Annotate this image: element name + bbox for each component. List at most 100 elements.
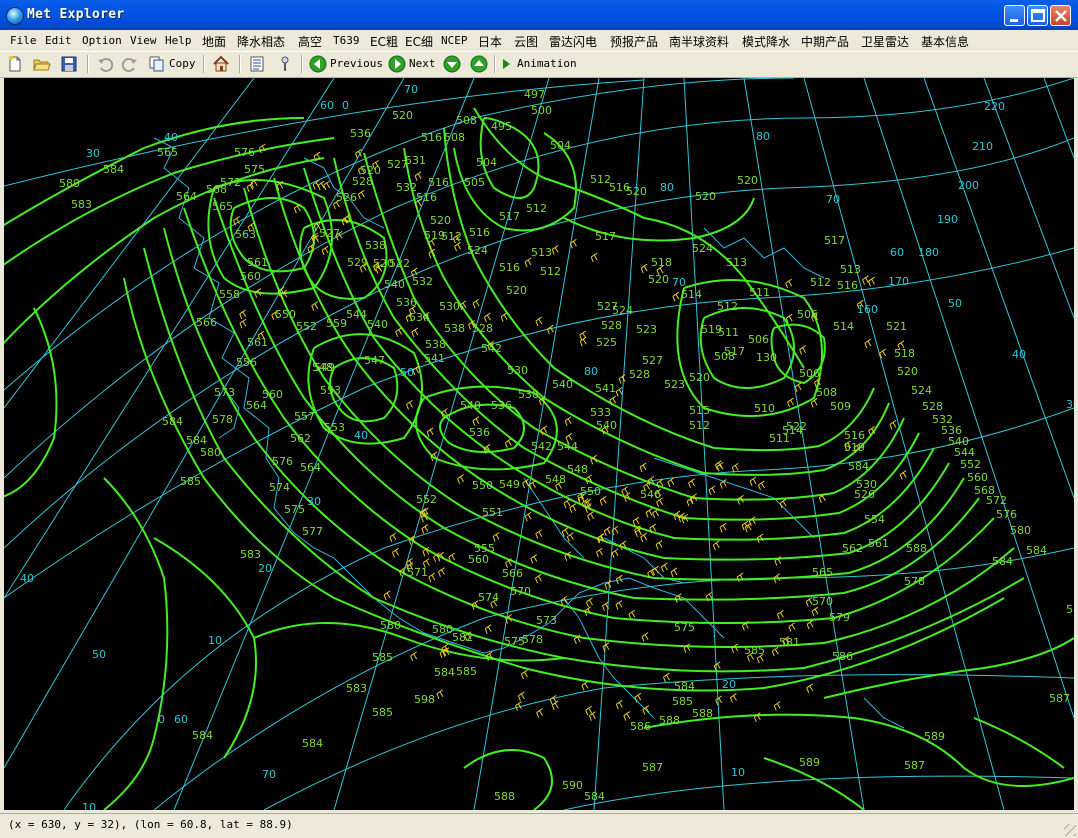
contour-value-label: 538 (425, 338, 446, 351)
menu-ncep[interactable]: NCEP (441, 34, 468, 47)
wind-barb (492, 532, 500, 542)
longitude-line (983, 78, 1074, 319)
animation-button[interactable]: Animation (517, 57, 577, 70)
minimize-button[interactable] (1004, 5, 1025, 26)
contour-value-label: 532 (412, 275, 433, 288)
menu-option[interactable]: Option (82, 34, 122, 47)
latitude-line (263, 674, 1074, 810)
menu-t639[interactable]: T639 (333, 34, 360, 47)
contour-value-label: 520 (695, 190, 716, 203)
contour-value-label: 584 (103, 163, 124, 176)
wind-barb (615, 600, 623, 610)
contour-value-label: 570 (812, 595, 833, 608)
contour-value-label: 588 (659, 714, 680, 727)
contour-value-label: 541 (424, 352, 445, 365)
down-arrow-icon[interactable] (443, 55, 461, 73)
close-button[interactable] (1050, 5, 1071, 26)
contour-value-label: 580 (59, 177, 80, 190)
contour-value-label: 581 (779, 636, 800, 649)
new-file-icon[interactable] (6, 55, 24, 73)
contour-value-label: 578 (522, 633, 543, 646)
menu-ec-fine[interactable]: EC细 (405, 33, 433, 50)
title-bar[interactable]: Met Explorer (0, 0, 1078, 30)
play-icon[interactable] (499, 55, 513, 73)
open-folder-icon[interactable] (32, 55, 52, 73)
wind-barb (713, 661, 721, 671)
menu-japan[interactable]: 日本 (478, 33, 502, 50)
previous-arrow-icon[interactable] (309, 55, 327, 73)
contour-value-label: 513 (531, 246, 552, 259)
menu-forecast-products[interactable]: 预报产品 (610, 33, 658, 50)
contour-value-label: 530 (439, 300, 460, 313)
contour-value-label: 520 (506, 284, 527, 297)
menu-file[interactable]: File (10, 34, 37, 47)
menu-cloud-image[interactable]: 云图 (514, 33, 538, 50)
contour-value-label: 504 (476, 156, 497, 169)
contour-value-label: 575 (504, 635, 525, 648)
contour-value-label: 548 (312, 361, 333, 374)
weather-map[interactable]: 497 500 495 520 504 512 516 520 520 520 512 517 513 5… (4, 78, 1074, 810)
menu-edit[interactable]: Edit (45, 34, 72, 47)
up-arrow-icon[interactable] (470, 55, 488, 73)
home-icon[interactable] (212, 55, 230, 73)
menu-help[interactable]: Help (165, 34, 192, 47)
menu-view[interactable]: View (130, 34, 157, 47)
toolbar: Copy Previous Next Animation (0, 51, 1078, 78)
contour-value-label: 540 (460, 399, 481, 412)
wind-barb (785, 278, 793, 289)
wind-barb (590, 252, 598, 263)
redo-icon[interactable] (121, 55, 139, 73)
contour-value-label: 512 (717, 300, 738, 313)
wind-barb (406, 399, 413, 410)
grid-value-label: 70 (262, 768, 276, 781)
wind-barb (628, 609, 636, 620)
contour-value-label: 588 (1066, 603, 1074, 616)
longitude-line (1043, 78, 1074, 159)
menu-surface[interactable]: 地面 (202, 33, 226, 50)
menu-southern-hemisphere[interactable]: 南半球资料 (669, 33, 729, 50)
contour-line (303, 167, 935, 541)
resize-grip[interactable] (1064, 824, 1076, 836)
menu-precip-phase[interactable]: 降水相态 (237, 33, 285, 50)
menu-satellite-radar[interactable]: 卫星雷达 (861, 33, 909, 50)
contour-value-label: 519 (424, 229, 445, 242)
menu-basic-info[interactable]: 基本信息 (921, 33, 969, 50)
maximize-button[interactable] (1027, 5, 1048, 26)
contour-value-label: 512 (540, 265, 561, 278)
next-button[interactable]: Next (409, 57, 436, 70)
contour-value-label: 513 (840, 263, 861, 276)
pin-icon[interactable] (276, 55, 294, 73)
contour-value-label: 536 (350, 127, 371, 140)
menu-upper-air[interactable]: 高空 (298, 33, 322, 50)
contour-value-label: 583 (346, 682, 367, 695)
copy-icon[interactable] (148, 55, 166, 73)
menu-radar-lightning[interactable]: 雷达闪电 (549, 33, 597, 50)
contour-value-label: 566 (196, 316, 217, 329)
previous-button[interactable]: Previous (330, 57, 383, 70)
menu-medium-range[interactable]: 中期产品 (801, 33, 849, 50)
toolbar-separator (203, 55, 205, 73)
contour-value-label: 588 (906, 542, 927, 555)
contour-value-label: 526 (336, 191, 357, 204)
menu-model-precip[interactable]: 模式降水 (742, 33, 790, 50)
wind-barb (317, 180, 325, 191)
list-icon[interactable] (248, 55, 266, 73)
weather-map-canvas[interactable]: 4975004955205045125165205205205125175135… (4, 78, 1074, 810)
contour-value-label: 574 (478, 591, 499, 604)
grid-value-label: 40 (1012, 348, 1026, 361)
contour-value-label: 576 (996, 508, 1017, 521)
undo-icon[interactable] (96, 55, 114, 73)
contour-value-label: 585 (180, 475, 201, 488)
contour-value-label: 541 (595, 382, 616, 395)
menu-ec-coarse[interactable]: EC粗 (370, 33, 398, 50)
contour-value-label: 524 (467, 244, 488, 257)
contour-value-label: 517 (824, 234, 845, 247)
wind-barb (660, 562, 668, 573)
next-arrow-icon[interactable] (388, 55, 406, 73)
contour-value-label: 542 (531, 440, 552, 453)
contour-value-label: 579 (829, 611, 850, 624)
contour-value-label: 528 (472, 322, 493, 335)
copy-button[interactable]: Copy (169, 57, 196, 70)
contour-value-label: 556 (236, 356, 257, 369)
save-icon[interactable] (60, 55, 78, 73)
